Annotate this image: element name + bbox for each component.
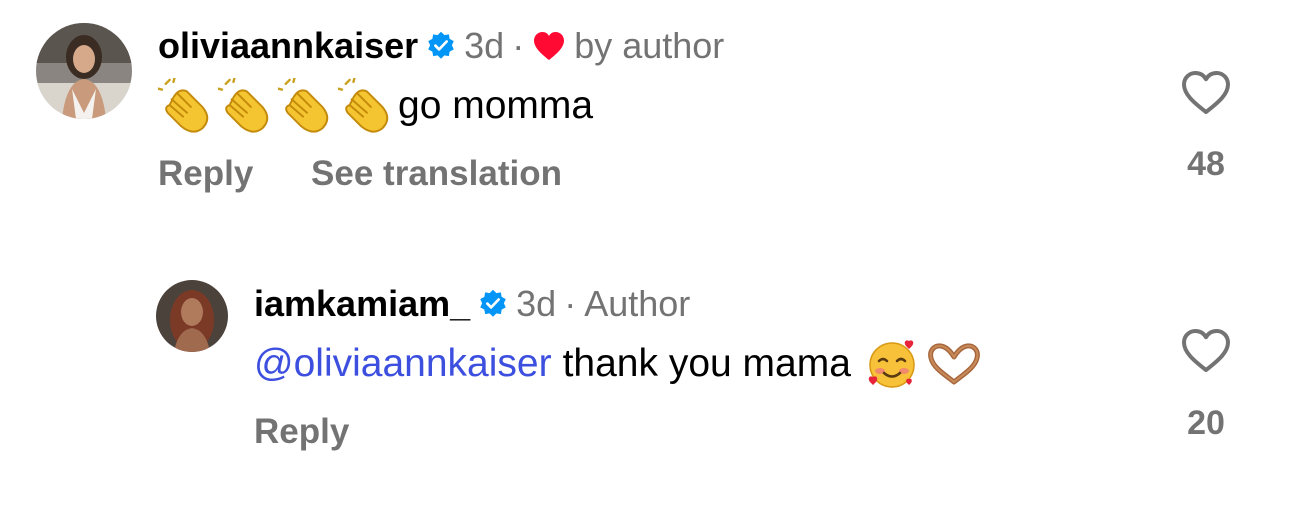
- clapping-hands-icon: [158, 78, 216, 134]
- liked-by-author-label: by author: [574, 25, 725, 66]
- like-heart-icon[interactable]: [1181, 70, 1231, 116]
- like-count: 48: [1187, 145, 1225, 183]
- comment-text: thank you mama: [562, 342, 851, 385]
- reply-button[interactable]: Reply: [254, 412, 349, 451]
- clapping-hands-emoji-run: [158, 78, 398, 134]
- smiling-face-with-hearts-icon: [865, 337, 919, 391]
- like-count: 20: [1187, 404, 1225, 442]
- reply-button[interactable]: Reply: [158, 154, 253, 193]
- avatar[interactable]: [36, 23, 132, 119]
- mention-link[interactable]: @oliviaannkaiser: [254, 339, 552, 389]
- timestamp: 3d: [516, 283, 557, 324]
- like-heart-icon[interactable]: [1181, 328, 1231, 374]
- comment-actions: Reply See translation: [158, 154, 610, 194]
- username[interactable]: oliviaannkaiser: [158, 26, 418, 66]
- comment-text: go momma: [398, 84, 594, 127]
- verified-badge-icon: [478, 289, 508, 319]
- separator-dot: ·: [564, 283, 577, 324]
- clapping-hands-icon: [278, 78, 336, 134]
- comment-header: iamkamiam_ 3d · Author: [254, 284, 690, 324]
- author-label: Author: [584, 283, 691, 324]
- author-like-heart-icon: [532, 30, 566, 62]
- comment-actions: Reply: [254, 412, 397, 452]
- clapping-hands-icon: [338, 78, 396, 134]
- verified-badge-icon: [426, 31, 456, 61]
- comment-body: go momma: [158, 78, 593, 134]
- heart-hands-icon: [927, 342, 981, 386]
- comment-body: @oliviaannkaiser thank you mama: [254, 337, 983, 391]
- username[interactable]: iamkamiam_: [254, 284, 470, 324]
- timestamp: 3d: [464, 25, 505, 66]
- see-translation-button[interactable]: See translation: [311, 154, 562, 193]
- clapping-hands-icon: [218, 78, 276, 134]
- comment-header: oliviaannkaiser 3d · by author: [158, 26, 724, 66]
- separator-dot: ·: [512, 25, 525, 66]
- avatar[interactable]: [156, 280, 228, 352]
